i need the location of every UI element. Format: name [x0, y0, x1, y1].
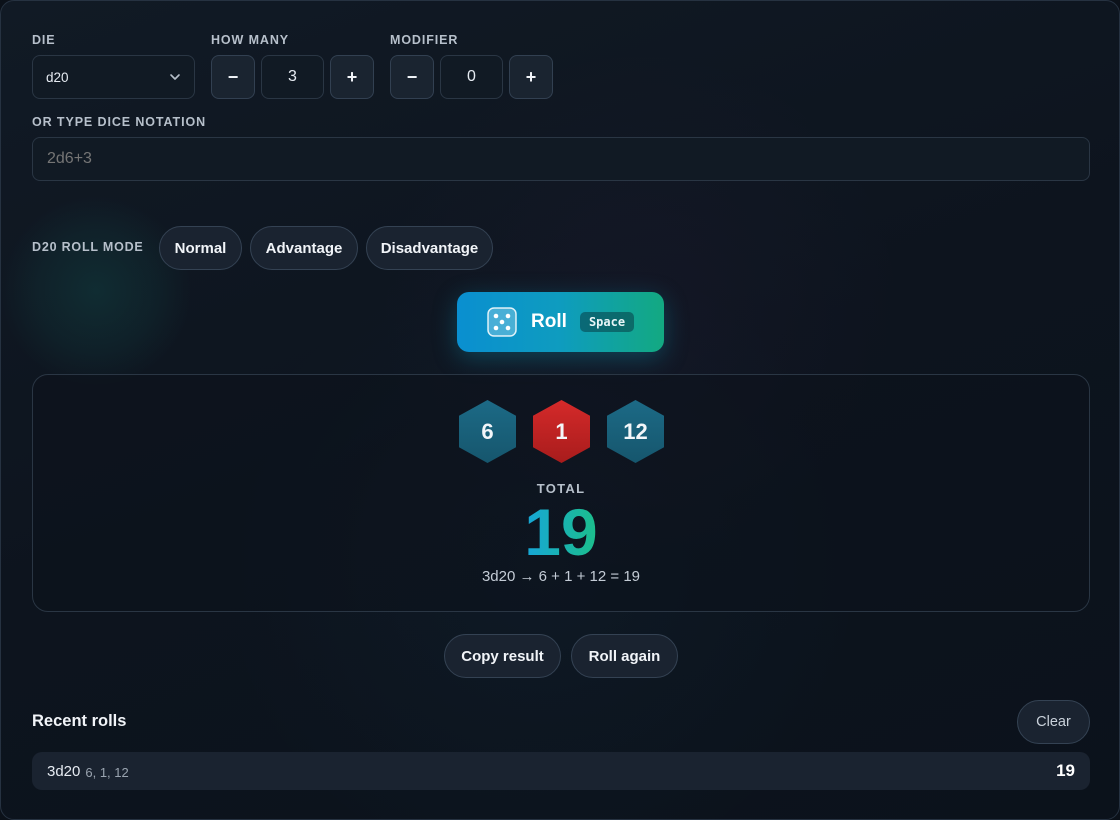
modifier-label: MODIFIER: [390, 33, 459, 47]
total-value-wrap: 19: [461, 495, 661, 569]
how-many-input[interactable]: 3: [261, 55, 324, 99]
total-value: 19: [524, 495, 598, 569]
how-many-label: HOW MANY: [211, 33, 290, 47]
copy-result-button[interactable]: Copy result: [444, 634, 561, 678]
modifier-decrement-button[interactable]: −: [390, 55, 434, 99]
roll-again-button[interactable]: Roll again: [571, 634, 678, 678]
recent-roll-notation: 3d20: [47, 762, 81, 780]
roll-mode-advantage-button[interactable]: Advantage: [250, 226, 358, 270]
shortcut-badge: Space: [580, 312, 634, 332]
how-many-decrement-button[interactable]: −: [211, 55, 255, 99]
notation-label: OR TYPE DICE NOTATION: [32, 115, 206, 129]
die-select[interactable]: d20: [32, 55, 195, 99]
roll-mode-normal-button[interactable]: Normal: [159, 226, 242, 270]
die-select-value: d20: [46, 69, 69, 85]
clear-history-button[interactable]: Clear: [1017, 700, 1090, 744]
die-label: DIE: [32, 33, 56, 47]
how-many-increment-button[interactable]: +: [330, 55, 374, 99]
roll-button[interactable]: Roll Space: [457, 292, 664, 352]
chevron-down-icon: [168, 70, 182, 89]
recent-roll-values: 6, 1, 12: [85, 764, 129, 780]
modifier-input[interactable]: 0: [440, 55, 503, 99]
roll-mode-label: D20 ROLL MODE: [32, 240, 144, 254]
roll-mode-disadvantage-button[interactable]: Disadvantage: [366, 226, 493, 270]
roll-button-label: Roll: [531, 311, 567, 332]
dice-notation-input[interactable]: [32, 137, 1090, 181]
total-label: TOTAL: [536, 481, 586, 496]
recent-rolls-title: Recent rolls: [32, 712, 127, 730]
recent-roll-total: 19: [1056, 761, 1075, 780]
dice-roller-panel: DIE d20 HOW MANY − 3 + MODIFIER − 0 + OR…: [0, 0, 1120, 820]
list-item[interactable]: 3d20 6, 1, 12 19: [32, 752, 1090, 790]
modifier-increment-button[interactable]: +: [509, 55, 553, 99]
roll-breakdown: 3d20 → 6 + 1 + 12 = 19: [481, 568, 641, 585]
dice-icon: [486, 306, 518, 343]
